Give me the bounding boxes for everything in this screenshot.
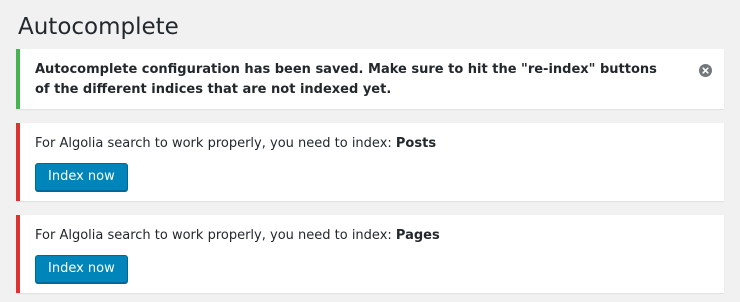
- index-name: Pages: [395, 228, 440, 243]
- dismiss-notice-button[interactable]: [699, 64, 712, 77]
- index-now-button-pages[interactable]: Index now: [35, 255, 128, 283]
- index-notice-prefix: For Algolia search to work properly, you…: [35, 136, 392, 151]
- index-now-button-posts[interactable]: Index now: [35, 163, 128, 191]
- index-notice-message: For Algolia search to work properly, you…: [35, 135, 436, 153]
- page-title: Autocomplete: [18, 14, 179, 40]
- index-notice-posts: For Algolia search to work properly, you…: [16, 123, 724, 201]
- success-notice: Autocomplete configuration has been save…: [16, 49, 724, 109]
- index-notice-message: For Algolia search to work properly, you…: [35, 227, 440, 245]
- close-circle-icon: [702, 67, 709, 74]
- index-notice-pages: For Algolia search to work properly, you…: [16, 215, 724, 293]
- index-notice-prefix: For Algolia search to work properly, you…: [35, 228, 392, 243]
- success-notice-message: Autocomplete configuration has been save…: [35, 62, 657, 97]
- index-name: Posts: [395, 136, 437, 151]
